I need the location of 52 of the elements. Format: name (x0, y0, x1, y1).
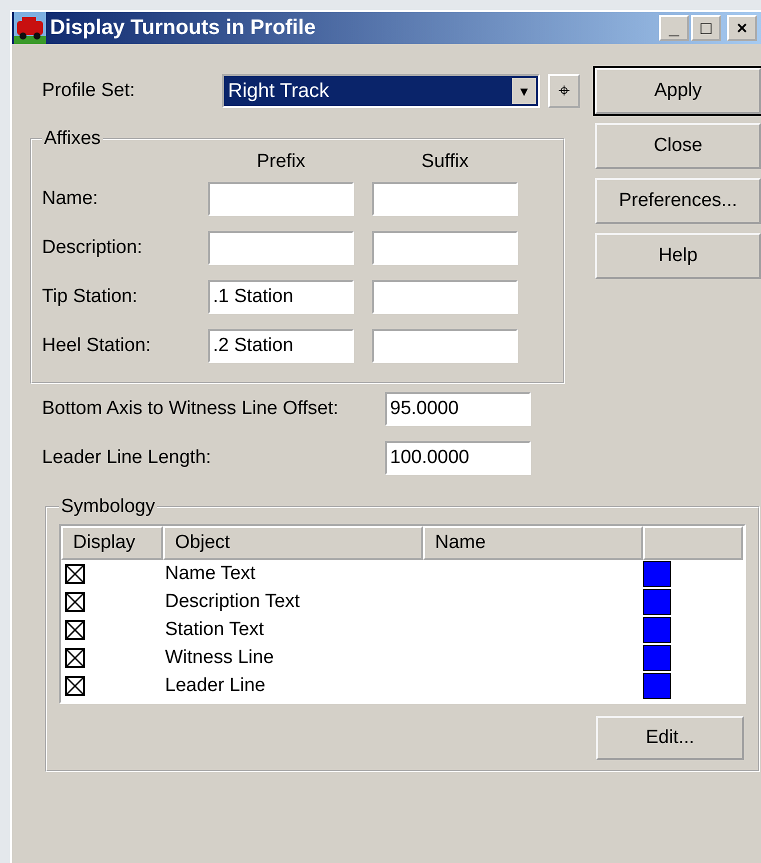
column-label: Prefix (256, 151, 306, 173)
car-icon (14, 12, 46, 44)
checkbox[interactable] (65, 676, 85, 696)
group-title: Affixes (43, 128, 102, 150)
input-field[interactable]: 95.0000 (385, 392, 531, 426)
checkbox[interactable] (65, 620, 85, 640)
input-field[interactable] (372, 328, 518, 362)
pick-button[interactable]: ⌖ (548, 74, 580, 108)
color-swatch[interactable] (643, 645, 671, 671)
field-label: Leader Line Length: (42, 446, 212, 468)
field-label: Heel Station: (42, 334, 152, 356)
checkbox[interactable] (65, 648, 85, 668)
input-field[interactable] (372, 182, 518, 216)
checkbox[interactable] (65, 564, 85, 584)
profile-set-dropdown[interactable]: Right Track ▼ (222, 74, 540, 108)
column-header[interactable]: Name (423, 526, 643, 560)
checkbox[interactable] (65, 592, 85, 612)
column-header[interactable]: Display (61, 526, 163, 560)
dialog-button[interactable]: Close (595, 123, 761, 169)
profile-set-label: Profile Set: (41, 80, 136, 102)
object-name: Witness Line (164, 647, 275, 669)
object-name: Name Text (164, 563, 256, 585)
dialog-button[interactable]: Apply (595, 68, 761, 114)
input-field[interactable] (372, 280, 518, 314)
field-label: Bottom Axis to Witness Line Offset: (42, 398, 340, 420)
color-swatch[interactable] (643, 617, 671, 643)
dialog-button[interactable]: Help (595, 233, 761, 279)
object-name: Leader Line (164, 675, 266, 697)
object-name: Description Text (164, 591, 301, 613)
input-field[interactable] (208, 182, 354, 216)
color-swatch[interactable] (643, 589, 671, 615)
group-title: Symbology (60, 496, 156, 518)
dialog-button[interactable]: Preferences... (595, 178, 761, 224)
column-label: Suffix (420, 151, 470, 173)
field-label: Name: (42, 188, 99, 210)
maximize-button[interactable]: □ (691, 15, 721, 41)
minimize-button[interactable]: _ (659, 15, 689, 41)
input-field[interactable] (372, 230, 518, 264)
edit-button[interactable]: Edit... (596, 716, 744, 760)
input-field[interactable]: .1 Station (208, 280, 354, 314)
input-field[interactable]: .2 Station (208, 328, 354, 362)
color-swatch[interactable] (643, 673, 671, 699)
close-button[interactable]: × (727, 15, 757, 41)
color-swatch[interactable] (643, 561, 671, 587)
field-label: Tip Station: (42, 286, 138, 308)
column-header[interactable]: Object (163, 526, 423, 560)
field-label: Description: (42, 236, 144, 258)
window-title: Display Turnouts in Profile (50, 16, 317, 40)
input-field[interactable] (208, 230, 354, 264)
column-header[interactable] (643, 526, 743, 560)
input-field[interactable]: 100.0000 (385, 440, 531, 474)
object-name: Station Text (164, 619, 265, 641)
